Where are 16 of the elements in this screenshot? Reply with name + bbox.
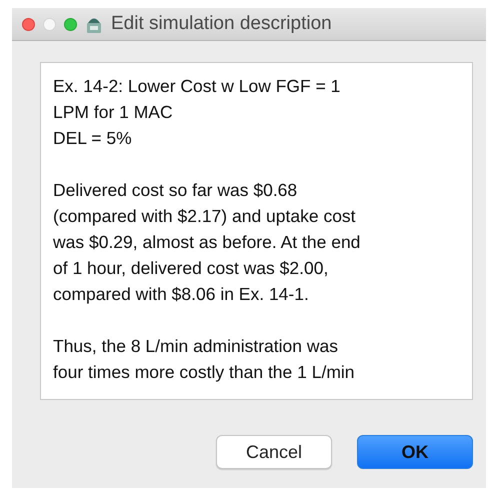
text-line: Delivered cost so far was $0.68 (53, 179, 298, 202)
ok-button[interactable]: OK (357, 435, 473, 469)
cancel-button[interactable]: Cancel (216, 435, 332, 469)
text-line: of 1 hour, delivered cost was $2.00, (53, 257, 328, 280)
zoom-button[interactable] (64, 18, 77, 30)
text-line: LPM for 1 MAC (53, 101, 173, 124)
text-line: compared with $8.06 in Ex. 14-1. (53, 283, 309, 306)
description-field[interactable] (40, 62, 473, 400)
text-line: DEL = 5% (53, 127, 132, 150)
text-line: Ex. 14-2: Lower Cost w Low FGF = 1 (53, 75, 340, 98)
text-line: Thus, the 8 L/min administration was (53, 335, 338, 358)
text-line: (compared with $2.17) and uptake cost (53, 205, 356, 228)
window-title: Edit simulation description (111, 13, 332, 35)
text-line: was $0.29, almost as before. At the end (53, 231, 360, 254)
close-button[interactable] (22, 18, 35, 30)
text-line: four times more costly than the 1 L/min (53, 361, 355, 384)
